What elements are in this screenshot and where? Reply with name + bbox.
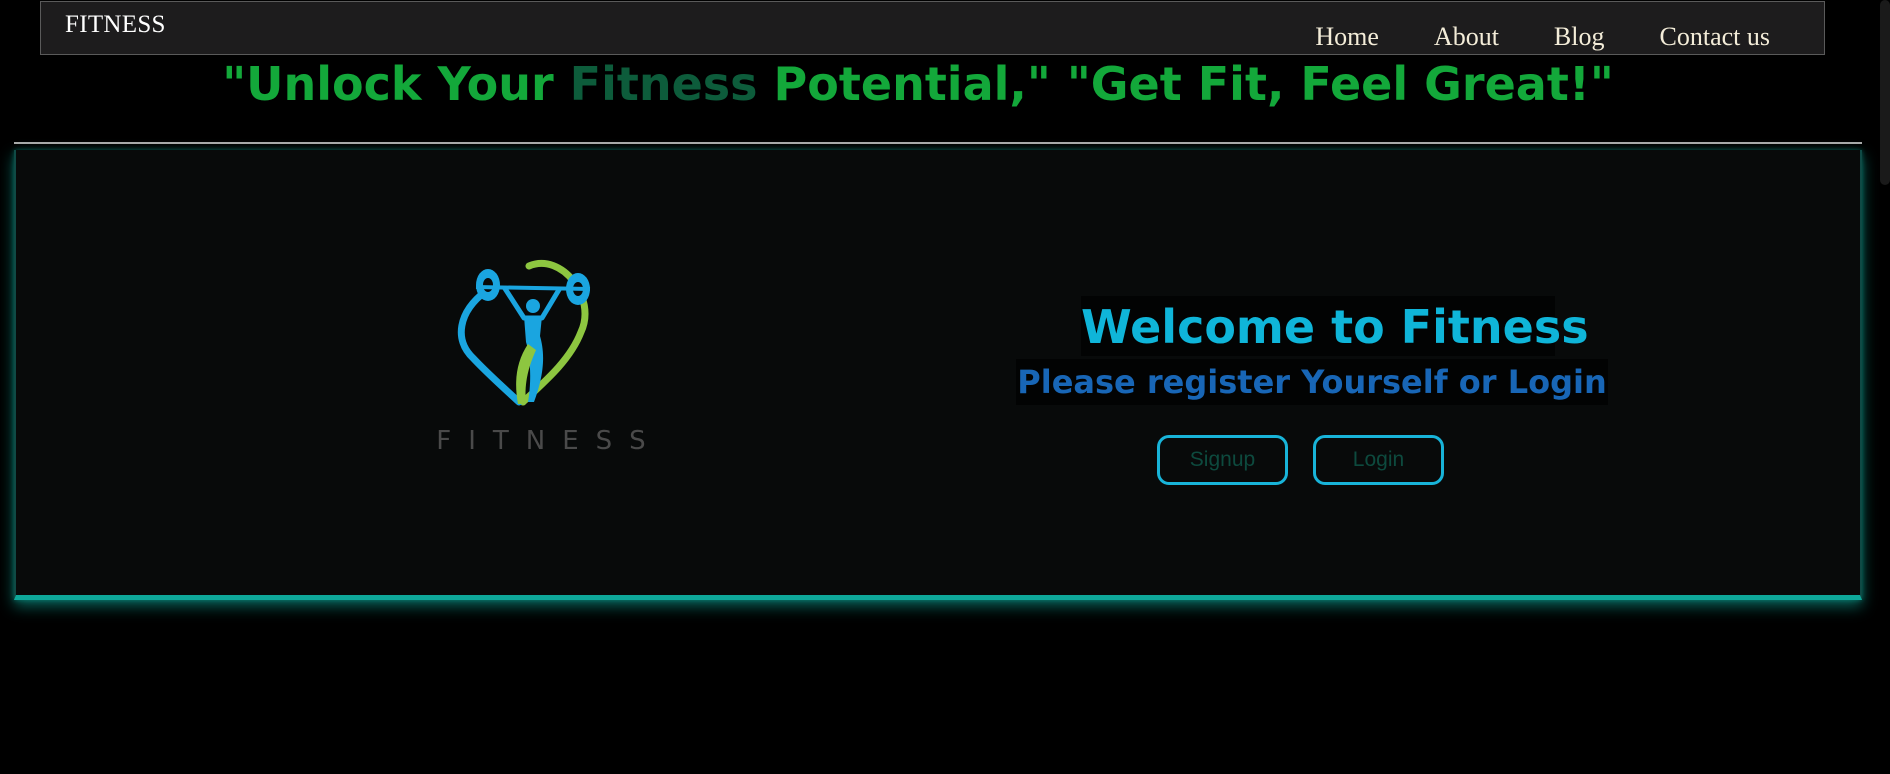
- nav-link-home[interactable]: Home: [1315, 22, 1379, 52]
- top-navbar: FITNESS Home About Blog Contact us: [40, 1, 1825, 55]
- header-divider: [14, 142, 1862, 144]
- nav-link-about[interactable]: About: [1434, 22, 1499, 52]
- nav-links: Home About Blog Contact us: [1315, 22, 1770, 52]
- register-prompt: Please register Yourself or Login: [1016, 359, 1608, 405]
- login-button[interactable]: Login: [1313, 435, 1444, 485]
- nav-link-contact[interactable]: Contact us: [1660, 22, 1771, 52]
- slogan-accent-word: Fitness: [569, 57, 758, 111]
- nav-link-blog[interactable]: Blog: [1554, 22, 1605, 52]
- hero-panel: FITNESS Welcome to Fitness Please regist…: [14, 150, 1862, 600]
- weightlifter-logo-icon: [457, 260, 591, 406]
- signup-button[interactable]: Signup: [1157, 435, 1288, 485]
- brand-logo-text[interactable]: FITNESS: [65, 11, 166, 39]
- logo-wordmark: FITNESS: [436, 426, 663, 456]
- slogan-part-1: "Unlock Your: [222, 57, 570, 111]
- slogan-heading: "Unlock Your Fitness Potential," "Get Fi…: [0, 57, 1836, 111]
- fitness-logo: FITNESS: [406, 254, 676, 484]
- welcome-title: Welcome to Fitness: [1081, 296, 1589, 356]
- page-scrollbar[interactable]: [1880, 0, 1890, 185]
- slogan-part-2: Potential," "Get Fit, Feel Great!": [757, 57, 1614, 111]
